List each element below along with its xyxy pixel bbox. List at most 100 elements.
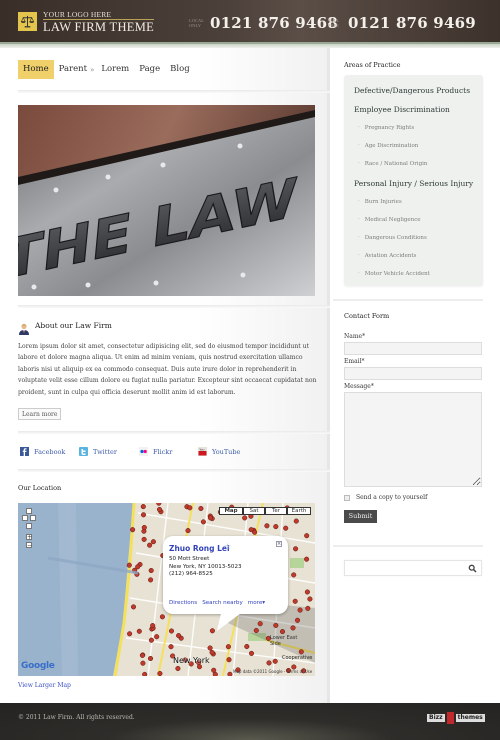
map-marker[interactable]: [200, 519, 206, 525]
map-marker[interactable]: [140, 512, 147, 518]
learn-more-button[interactable]: Learn more: [18, 408, 62, 420]
scales-of-justice-icon[interactable]: [18, 12, 37, 31]
map-marker[interactable]: [156, 506, 163, 513]
map-marker[interactable]: [253, 627, 259, 634]
email-field[interactable]: [344, 367, 482, 380]
map-pan-up-button[interactable]: [26, 508, 32, 514]
map-marker[interactable]: [148, 577, 154, 583]
name-field[interactable]: [344, 342, 482, 355]
map-marker[interactable]: [156, 503, 162, 506]
map-terms[interactable]: Map data ©2011 Google - Terms of Use: [233, 669, 312, 674]
map-pan-right-button[interactable]: [30, 515, 36, 521]
map-marker[interactable]: [297, 607, 303, 613]
map-marker[interactable]: [307, 596, 313, 602]
map-marker[interactable]: [142, 671, 148, 676]
map-marker[interactable]: [175, 665, 181, 672]
nav-item-blog[interactable]: Blog: [165, 60, 195, 79]
map-marker[interactable]: [226, 657, 232, 663]
map-marker[interactable]: [176, 633, 182, 639]
social-link-flickr[interactable]: Flickr: [139, 447, 172, 456]
practice-item[interactable]: Personal Injury / Serious Injury: [354, 179, 473, 188]
close-icon[interactable]: ×: [276, 541, 282, 547]
map-marker[interactable]: [283, 525, 289, 531]
map-marker[interactable]: [207, 645, 213, 651]
search-nearby-link[interactable]: Search nearby: [202, 600, 243, 606]
nav-item-parent[interactable]: Parent: [54, 60, 92, 79]
nav-item-lorem[interactable]: Lorem: [96, 60, 134, 79]
map-marker[interactable]: [242, 515, 248, 521]
google-map[interactable]: + − Map Sat Ter Earth Zhuo Rong Lei ☆ × …: [18, 503, 315, 676]
map-marker[interactable]: [212, 671, 218, 676]
map-marker[interactable]: [150, 623, 156, 629]
map-marker[interactable]: [159, 614, 165, 620]
map-marker[interactable]: [130, 527, 136, 533]
search-box[interactable]: [344, 560, 482, 576]
map-marker[interactable]: [264, 523, 270, 529]
nav-item-page[interactable]: Page: [134, 60, 165, 79]
map-marker[interactable]: [139, 652, 145, 658]
directions-link[interactable]: Directions: [169, 600, 197, 606]
practice-item[interactable]: Defective/Dangerous Products: [354, 86, 470, 95]
map-marker[interactable]: [266, 660, 272, 666]
practice-subitem[interactable]: Aviation Accidents: [358, 253, 417, 259]
map-marker[interactable]: [136, 628, 142, 634]
map-zoom-out-button[interactable]: −: [26, 542, 32, 549]
map-marker[interactable]: [140, 660, 146, 666]
map-marker[interactable]: [147, 542, 153, 548]
practice-subitem[interactable]: Burn Injuries: [358, 199, 402, 205]
map-marker[interactable]: [304, 533, 310, 539]
map-marker[interactable]: [207, 515, 214, 521]
practice-subitem[interactable]: Age Discrimination: [358, 143, 419, 149]
map-marker[interactable]: [273, 622, 279, 628]
search-icon[interactable]: [468, 564, 477, 573]
map-marker[interactable]: [141, 536, 147, 542]
map-marker[interactable]: [154, 634, 160, 640]
map-marker[interactable]: [292, 598, 298, 604]
map-marker[interactable]: [248, 650, 255, 656]
map-marker[interactable]: [127, 631, 133, 637]
logo-title[interactable]: LAW FIRM THEME: [43, 20, 154, 35]
map-marker[interactable]: [168, 628, 175, 634]
map-marker[interactable]: [257, 621, 263, 627]
nav-item-home[interactable]: Home: [18, 60, 54, 79]
map-marker[interactable]: [168, 644, 174, 650]
map-marker[interactable]: [130, 604, 137, 610]
map-marker[interactable]: [227, 671, 233, 676]
social-link-facebook[interactable]: Facebook: [20, 447, 65, 456]
map-marker[interactable]: [209, 649, 215, 656]
map-marker[interactable]: [150, 539, 156, 545]
practice-item[interactable]: Employee Discrimination: [354, 105, 450, 114]
search-input[interactable]: [347, 562, 467, 574]
more-link[interactable]: more▾: [248, 600, 265, 606]
map-marker[interactable]: [273, 524, 279, 530]
map-marker[interactable]: [198, 505, 204, 512]
practice-subitem[interactable]: Dangerous Conditions: [358, 235, 427, 241]
map-marker[interactable]: [244, 643, 250, 650]
map-marker[interactable]: [305, 605, 311, 611]
practice-subitem[interactable]: Race / National Origin: [358, 161, 428, 167]
practice-subitem[interactable]: Motor Vehicle Accident: [358, 271, 430, 277]
map-marker[interactable]: [140, 504, 146, 510]
map-marker[interactable]: [272, 658, 278, 664]
practice-subitem[interactable]: Pregnancy Rights: [358, 125, 414, 131]
submit-button[interactable]: Submit: [344, 510, 377, 523]
send-copy-checkbox[interactable]: [344, 495, 350, 501]
map-marker[interactable]: [148, 567, 154, 574]
map-marker[interactable]: [252, 529, 258, 535]
map-marker[interactable]: [291, 572, 297, 578]
map-marker[interactable]: [141, 524, 147, 531]
map-type-ter[interactable]: Ter: [265, 507, 287, 515]
place-name[interactable]: Zhuo Rong Lei: [169, 544, 230, 553]
map-marker[interactable]: [304, 556, 310, 562]
map-marker[interactable]: [187, 505, 193, 511]
message-field[interactable]: [344, 392, 482, 487]
map-pan-down-button[interactable]: [26, 523, 32, 529]
map-marker[interactable]: [293, 518, 299, 524]
map-marker[interactable]: [196, 664, 203, 670]
map-zoom-in-button[interactable]: +: [26, 534, 32, 541]
map-marker[interactable]: [225, 644, 231, 650]
map-marker[interactable]: [147, 655, 154, 662]
map-marker[interactable]: [157, 670, 163, 676]
map-marker[interactable]: [298, 649, 304, 655]
view-larger-map-link[interactable]: View Larger Map: [18, 682, 71, 689]
